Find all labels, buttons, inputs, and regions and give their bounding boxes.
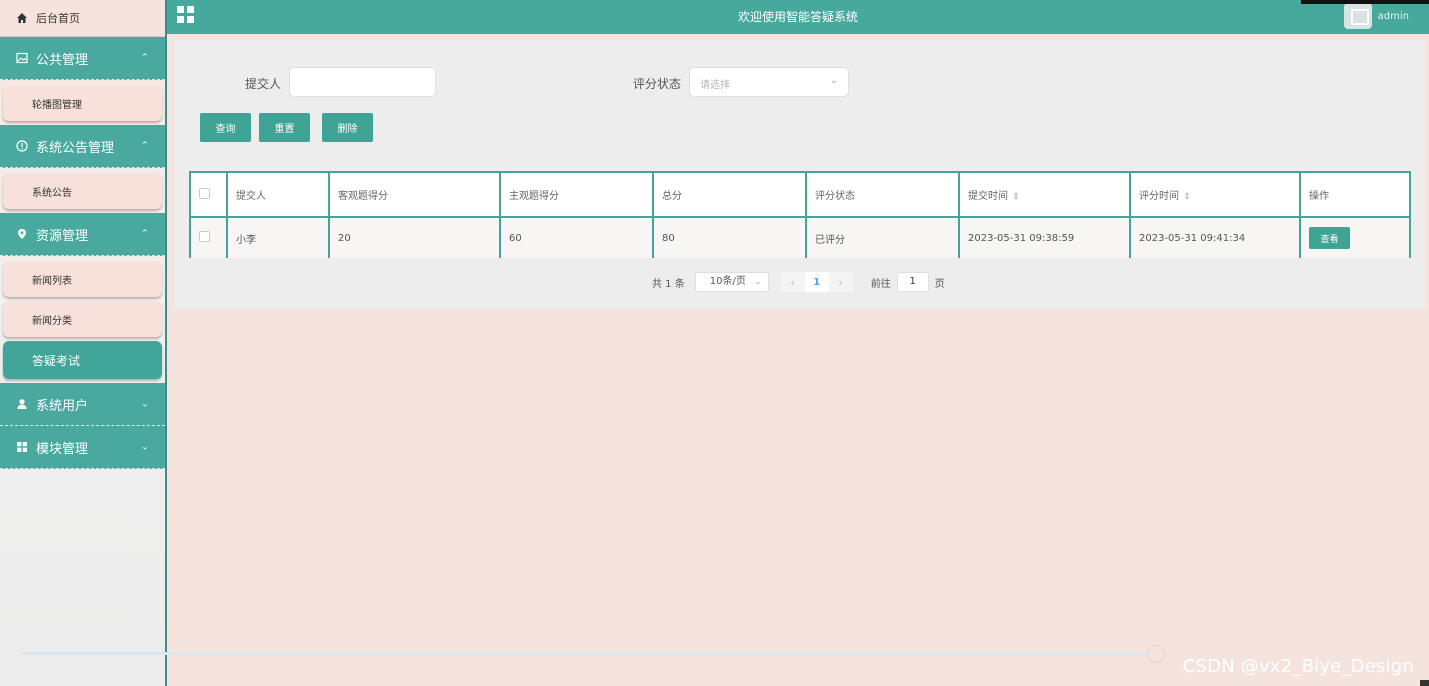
cell-submitter: 小李 [226, 216, 330, 258]
chevron-down-icon: ⌄ [829, 75, 838, 86]
row-checkbox[interactable] [199, 231, 210, 242]
window-edge-bar [1301, 0, 1429, 4]
sidebar-item-label: 系统公告 [32, 187, 72, 199]
sidebar-item-label: 新闻分类 [32, 315, 72, 327]
table-header-row: 提交人 客观题得分 主观题得分 总分 评分状态 提交时间 ⇕ 评分时间 ⇕ 操作 [189, 171, 1411, 218]
page-title: 欢迎使用智能答疑系统 [737, 10, 858, 24]
user-menu[interactable]: admin [1343, 3, 1409, 29]
delete-button[interactable]: 删除 [322, 113, 373, 142]
reset-button[interactable]: 重置 [259, 113, 310, 142]
corner-mark [1420, 680, 1429, 686]
column-header: 总分 [652, 171, 807, 218]
query-button[interactable]: 查询 [200, 113, 251, 142]
sidebar-group-users[interactable]: 系统用户 ⌄ [0, 383, 165, 426]
status-select[interactable]: 请选择 ⌄ [689, 67, 849, 97]
next-page-button[interactable]: › [828, 272, 853, 292]
exam-table: 提交人 客观题得分 主观题得分 总分 评分状态 提交时间 ⇕ 评分时间 ⇕ 操作 小… [189, 171, 1411, 258]
view-button[interactable]: 查看 [1309, 227, 1350, 249]
sidebar-item-news-category[interactable]: 新闻分类 [3, 301, 162, 337]
column-header: 主观题得分 [499, 171, 654, 218]
cell-total: 80 [652, 216, 807, 258]
cell-status: 已评分 [805, 216, 960, 258]
user-icon [17, 399, 27, 409]
page-unit-label: 页 [934, 278, 945, 290]
row-select-cell [189, 216, 228, 258]
sidebar-group-modules[interactable]: 模块管理 ⌄ [0, 426, 165, 469]
sidebar-item-news-list[interactable]: 新闻列表 [3, 261, 162, 297]
column-header-label: 评分时间 [1139, 191, 1179, 202]
sidebar-item-label: 新闻列表 [32, 275, 72, 287]
chevron-down-icon: ⌄ [754, 277, 762, 287]
sidebar-item-label: 轮播图管理 [32, 99, 82, 111]
column-header: 提交人 [226, 171, 330, 218]
home-icon [17, 13, 27, 23]
chevron-down-icon: ⌄ [140, 398, 149, 410]
grid-icon [17, 442, 27, 452]
main-panel: 提交人 评分状态 请选择 ⌄ 查询 重置 删除 提交人 客观题得分 主观题得分 … [174, 40, 1425, 308]
cell-grade-time: 2023-05-31 09:41:34 [1129, 216, 1301, 258]
submitter-label: 提交人 [245, 77, 282, 91]
sidebar-item-notice[interactable]: 系统公告 [3, 173, 162, 209]
sidebar-group-label: 系统公告管理 [36, 140, 115, 156]
page-number-current[interactable]: 1 [804, 272, 829, 292]
action-buttons: 查询 重置 删除 [200, 113, 373, 142]
horizontal-scroll-track[interactable] [22, 652, 1155, 655]
sidebar-item-home[interactable]: 后台首页 [0, 0, 165, 37]
chevron-up-icon: ⌃ [140, 140, 149, 152]
sidebar: 后台首页 公共管理 ⌃ 轮播图管理 系统公告管理 ⌃ 系统公告 资源管理 ⌃ 新… [0, 0, 167, 686]
column-header: 评分状态 [805, 171, 960, 218]
pagination-total: 共 1 条 [652, 278, 685, 290]
sidebar-group-label: 系统用户 [36, 398, 89, 414]
sidebar-group-label: 公共管理 [36, 52, 89, 68]
sidebar-group-resources[interactable]: 资源管理 ⌃ [0, 213, 165, 256]
sidebar-group-public[interactable]: 公共管理 ⌃ [0, 37, 165, 80]
sidebar-item-label: 答疑考试 [32, 353, 81, 368]
cell-objective-score: 20 [328, 216, 501, 258]
avatar [1343, 3, 1372, 29]
info-circle-icon [16, 140, 28, 152]
select-all-cell [189, 171, 228, 218]
sidebar-group-label: 资源管理 [36, 228, 89, 244]
column-header-sortable[interactable]: 评分时间 ⇕ [1129, 171, 1301, 218]
cell-submit-time: 2023-05-31 09:38:59 [958, 216, 1131, 258]
sort-icon[interactable]: ⇕ [1183, 192, 1191, 202]
horizontal-scroll-thumb[interactable] [1147, 645, 1165, 663]
pagination: 共 1 条 10条/页 ⌄ ‹ 1 › 前往 1 页 [652, 272, 945, 292]
sort-icon[interactable]: ⇕ [1012, 192, 1020, 202]
sidebar-item-carousel[interactable]: 轮播图管理 [3, 85, 162, 121]
page-nav: ‹ 1 › [780, 272, 853, 292]
column-header-label: 提交时间 [968, 191, 1008, 202]
status-select-placeholder: 请选择 [700, 80, 730, 91]
sidebar-group-label: 模块管理 [36, 441, 89, 457]
table-row: 小李 20 60 80 已评分 2023-05-31 09:38:59 2023… [189, 216, 1411, 258]
column-header-sortable[interactable]: 提交时间 ⇕ [958, 171, 1131, 218]
username: admin [1377, 10, 1409, 22]
status-label: 评分状态 [633, 77, 682, 91]
search-form: 提交人 评分状态 请选择 ⌄ [174, 67, 1425, 97]
goto-page-input[interactable]: 1 [896, 272, 929, 292]
prev-page-button[interactable]: ‹ [780, 272, 805, 292]
page-size-select[interactable]: 10条/页 ⌄ [694, 272, 769, 292]
goto-label: 前往 [870, 278, 891, 290]
column-header: 客观题得分 [328, 171, 501, 218]
column-header: 操作 [1299, 171, 1411, 218]
chevron-down-icon: ⌄ [140, 441, 149, 453]
cell-action: 查看 [1299, 216, 1411, 258]
submitter-input[interactable] [289, 67, 436, 97]
top-header: 欢迎使用智能答疑系统 admin [167, 0, 1429, 34]
sidebar-group-notice[interactable]: 系统公告管理 ⌃ [0, 125, 165, 168]
sidebar-item-qa-exam[interactable]: 答疑考试 [3, 341, 162, 379]
cell-subjective-score: 60 [499, 216, 654, 258]
image-icon [16, 52, 28, 64]
location-pin-icon [18, 229, 26, 239]
chevron-up-icon: ⌃ [140, 52, 149, 64]
sidebar-item-home-label: 后台首页 [36, 12, 80, 25]
select-all-checkbox[interactable] [199, 187, 210, 199]
watermark: CSDN @vx2_Biye_Design [1182, 656, 1414, 677]
page-size-value: 10条/页 [709, 276, 746, 287]
chevron-up-icon: ⌃ [140, 228, 149, 240]
